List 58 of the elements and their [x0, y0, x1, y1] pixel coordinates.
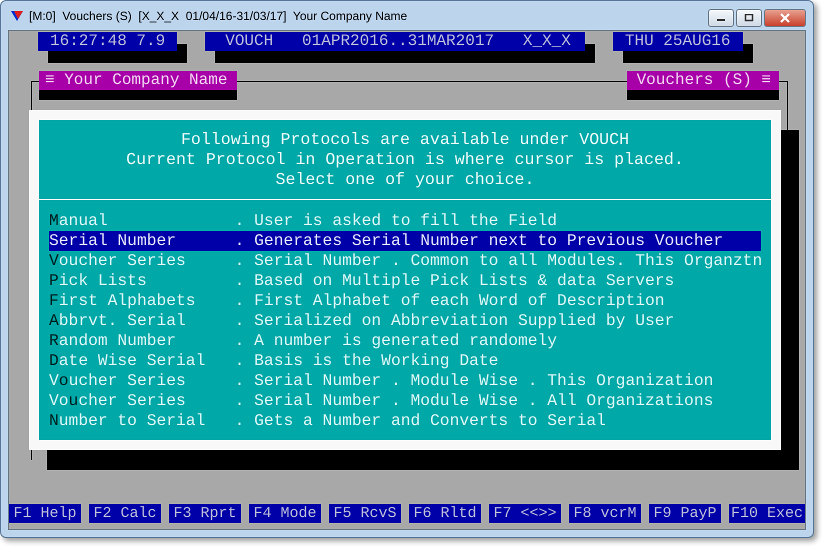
function-key-button[interactable]: F6 Rltd	[409, 504, 481, 523]
option-row[interactable]: Date Wise Serial . Basis is the Working Date	[49, 351, 761, 371]
function-key-button[interactable]: F1 Help	[9, 504, 81, 523]
status-box: VOUCH 01APR2016..31MAR2017 X_X_X	[205, 32, 585, 51]
option-description: . Generates Serial Number next to Previous Voucher	[234, 231, 724, 251]
window-title: [M:0] Vouchers (S) [X_X_X 01/04/16-31/03/17] Your Company Name	[29, 8, 408, 22]
option-description: . First Alphabet of each Word of Description	[234, 291, 665, 311]
option-label: Voucher Series	[49, 371, 187, 391]
minimize-button[interactable]	[708, 9, 734, 27]
function-key-button[interactable]: F10 Exec	[729, 504, 805, 523]
function-key-button[interactable]: F9 PayP	[649, 504, 721, 523]
option-label: Serial Number	[49, 231, 178, 251]
option-label: First Alphabets	[49, 291, 197, 311]
option-label: Pick Lists	[49, 271, 148, 291]
function-key-button[interactable]: F5 RcvS	[329, 504, 401, 523]
option-description: . Serialized on Abbreviation Supplied by User	[234, 311, 674, 331]
option-row[interactable]: Voucher Series . Serial Number . Common to all Modules. This Organztn	[49, 251, 761, 271]
option-row[interactable]: Pick Lists . Based on Multiple Pick Lists & data Servers	[49, 271, 761, 291]
heading-text: Select one of your choice.	[276, 170, 534, 190]
option-row[interactable]: Random Number . A number is generated randomely	[49, 331, 761, 351]
option-row[interactable]: First Alphabets . First Alphabet of each Word of Description	[49, 291, 761, 311]
heading-text: Following Protocols are available under VOUCH	[180, 130, 630, 150]
close-button[interactable]	[764, 9, 806, 27]
option-label: Voucher Series	[49, 251, 187, 271]
panel-title: Vouchers (S) ≡	[626, 71, 779, 90]
option-description: . Serial Number . Module Wise . This Organization	[234, 371, 714, 391]
triangle-icon	[11, 10, 23, 22]
option-row[interactable]: Manual . User is asked to fill the Field	[49, 211, 761, 231]
option-label: Voucher Series	[49, 391, 187, 411]
option-row[interactable]: Number to Serial . Gets a Number and Converts to Serial	[49, 411, 761, 431]
option-description: . Gets a Number and Converts to Serial	[234, 411, 606, 431]
option-description: . Basis is the Working Date	[234, 351, 498, 371]
function-key-button[interactable]: F2 Calc	[89, 504, 161, 523]
heading-text: Current Protocol in Operation is where cursor is placed.	[126, 150, 684, 170]
option-description: . Serial Number . Module Wise . All Organizations	[234, 391, 714, 411]
close-icon	[779, 13, 791, 23]
status-box: 16:27:48 7.9	[38, 32, 178, 51]
maximize-button[interactable]	[736, 9, 762, 27]
option-row[interactable]: Abbrvt. Serial . Serialized on Abbreviation Supplied by User	[49, 311, 761, 331]
option-description: . Based on Multiple Pick Lists & data Servers	[234, 271, 674, 291]
option-description: . Serial Number . Common to all Modules. This Organztn	[234, 251, 762, 271]
panel-title: ≡ Your Company Name	[39, 71, 238, 90]
option-label: Manual	[49, 211, 109, 231]
function-key-button[interactable]: F7 <<>>	[489, 504, 561, 523]
function-key-button[interactable]: F4 Mode	[249, 504, 321, 523]
option-description: . User is asked to fill the Field	[234, 211, 558, 231]
option-label: Date Wise Serial	[49, 351, 206, 371]
option-label: Number to Serial	[49, 411, 206, 431]
option-row[interactable]: Voucher Series . Serial Number . Module Wise . All Organizations	[49, 391, 761, 411]
option-row[interactable]: Voucher Series . Serial Number . Module Wise . This Organization	[49, 371, 761, 391]
option-label: Random Number	[49, 331, 178, 351]
option-description: . A number is generated randomely	[234, 331, 558, 351]
function-key-button[interactable]: F8 vcrM	[569, 504, 641, 523]
option-row[interactable]: Serial Number . Generates Serial Number next to Previous Voucher	[49, 231, 761, 251]
option-label: Abbrvt. Serial	[49, 311, 187, 331]
status-box: THU 25AUG16	[612, 32, 742, 51]
maximize-icon	[744, 14, 754, 22]
function-key-button[interactable]: F3 Rprt	[169, 504, 241, 523]
